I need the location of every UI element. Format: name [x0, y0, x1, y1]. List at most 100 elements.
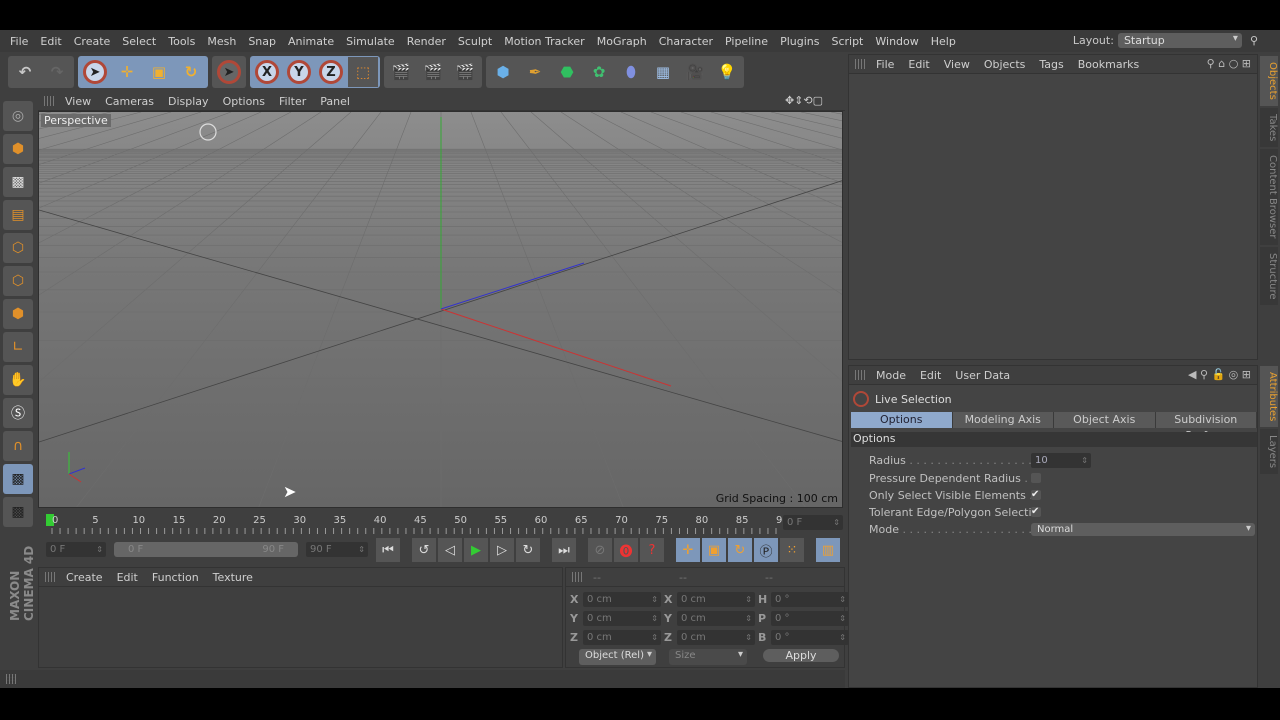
- coordinate-system-icon[interactable]: ⬚: [348, 57, 378, 87]
- start-frame-field[interactable]: 0 F: [46, 542, 106, 557]
- coord-field[interactable]: 0 cm: [677, 611, 755, 626]
- side-tab-attributes[interactable]: Attributes: [1260, 366, 1278, 428]
- object-menu-tags[interactable]: Tags: [1032, 58, 1070, 71]
- menu-snap[interactable]: Snap: [242, 35, 282, 48]
- object-menu-edit[interactable]: Edit: [901, 58, 936, 71]
- object-menu-file[interactable]: File: [869, 58, 901, 71]
- z-axis-icon[interactable]: Z: [316, 57, 346, 87]
- attribute-menu-edit[interactable]: Edit: [913, 369, 948, 382]
- viewport-menu-options[interactable]: Options: [216, 95, 272, 108]
- attribute-menu-user-data[interactable]: User Data: [948, 369, 1017, 382]
- pen-icon[interactable]: ✒: [520, 57, 550, 87]
- tab-subdivision-surface[interactable]: Subdivision Surface: [1155, 412, 1257, 442]
- end-frame-field[interactable]: 90 F: [306, 542, 368, 557]
- object-menu-bookmarks[interactable]: Bookmarks: [1071, 58, 1146, 71]
- tab-modeling-axis[interactable]: Modeling Axis: [952, 412, 1054, 428]
- menu-create[interactable]: Create: [68, 35, 117, 48]
- magnet-icon[interactable]: ∩: [3, 431, 33, 461]
- menu-simulate[interactable]: Simulate: [340, 35, 401, 48]
- floor-icon[interactable]: ▦: [648, 57, 678, 87]
- timeline-ruler[interactable]: 051015202530354045505560657075808590: [46, 510, 786, 536]
- render-view-icon[interactable]: 🎬: [386, 57, 416, 87]
- menu-pipeline[interactable]: Pipeline: [719, 35, 774, 48]
- menu-sculpt[interactable]: Sculpt: [452, 35, 498, 48]
- layout-dropdown[interactable]: Startup: [1117, 33, 1242, 48]
- key-rotation-icon[interactable]: ↻: [728, 538, 752, 562]
- side-tab-layers[interactable]: Layers: [1260, 429, 1278, 475]
- object-menu-view[interactable]: View: [937, 58, 977, 71]
- coord-field[interactable]: 0 °: [771, 630, 849, 645]
- y-axis-icon[interactable]: Y: [284, 57, 314, 87]
- snap-icon[interactable]: Ⓢ: [3, 398, 33, 428]
- redo-icon[interactable]: ↷: [42, 57, 72, 87]
- menu-mesh[interactable]: Mesh: [201, 35, 242, 48]
- tweak-icon[interactable]: ✋: [3, 365, 33, 395]
- texture-mode-icon[interactable]: ▩: [3, 167, 33, 197]
- object-menu-objects[interactable]: Objects: [977, 58, 1033, 71]
- pressure-checkbox[interactable]: [1031, 473, 1041, 483]
- key-scale-icon[interactable]: ▣: [702, 538, 726, 562]
- render-picture-viewer-icon[interactable]: 🎬: [418, 57, 448, 87]
- coord-mode-dropdown[interactable]: Object (Rel): [579, 649, 656, 665]
- subdivision-icon[interactable]: ⬣: [552, 57, 582, 87]
- search-icon[interactable]: ⚲: [1250, 34, 1258, 47]
- coord-field[interactable]: 0 °: [771, 611, 849, 626]
- side-tab-objects[interactable]: Objects: [1260, 56, 1278, 106]
- side-tab-content-browser[interactable]: Content Browser: [1260, 149, 1278, 245]
- deformer-icon[interactable]: ⬮: [616, 57, 646, 87]
- menu-plugins[interactable]: Plugins: [774, 35, 825, 48]
- tab-object-axis[interactable]: Object Axis: [1054, 412, 1156, 428]
- menu-script[interactable]: Script: [825, 35, 869, 48]
- menu-tools[interactable]: Tools: [162, 35, 201, 48]
- coord-field[interactable]: 0 °: [771, 592, 849, 607]
- coord-field[interactable]: 0 cm: [677, 630, 755, 645]
- current-frame-field[interactable]: 0 F: [783, 515, 843, 530]
- menu-character[interactable]: Character: [653, 35, 719, 48]
- viewport-menu-display[interactable]: Display: [161, 95, 216, 108]
- radius-field[interactable]: 10: [1031, 452, 1091, 468]
- menu-help[interactable]: Help: [925, 35, 962, 48]
- menu-animate[interactable]: Animate: [282, 35, 340, 48]
- menu-render[interactable]: Render: [401, 35, 452, 48]
- material-menu-edit[interactable]: Edit: [110, 571, 145, 584]
- viewport-nav-icons[interactable]: ✥⇕⟲▢: [785, 94, 823, 107]
- material-menu-create[interactable]: Create: [59, 571, 110, 584]
- lock-workplane-icon[interactable]: ▩: [3, 464, 33, 494]
- x-axis-icon[interactable]: X: [252, 57, 282, 87]
- size-mode-dropdown[interactable]: Size: [669, 649, 747, 665]
- coord-field[interactable]: 0 cm: [677, 592, 755, 607]
- menu-window[interactable]: Window: [869, 35, 924, 48]
- viewport[interactable]: Perspective Grid Spacing : 100 cm: [38, 111, 843, 508]
- polygons-mode-icon[interactable]: ⬢: [3, 299, 33, 329]
- go-to-end-icon[interactable]: ⏭: [552, 538, 576, 562]
- model-mode-icon[interactable]: ⬢: [3, 134, 33, 164]
- object-manager-icons[interactable]: ⚲ ⌂ ○ ⊞: [1207, 57, 1251, 70]
- rotate-icon[interactable]: ↻: [176, 57, 206, 87]
- menu-file[interactable]: File: [4, 35, 34, 48]
- undo-icon[interactable]: ↶: [10, 57, 40, 87]
- viewport-menu-cameras[interactable]: Cameras: [98, 95, 161, 108]
- last-tool-icon[interactable]: ➤: [214, 57, 244, 87]
- range-slider[interactable]: 0 F 90 F: [114, 542, 298, 557]
- coord-field[interactable]: 0 cm: [583, 630, 661, 645]
- viewport-menu-panel[interactable]: Panel: [313, 95, 357, 108]
- attribute-menu-mode[interactable]: Mode: [869, 369, 913, 382]
- autokey-icon[interactable]: ?: [640, 538, 664, 562]
- visible-checkbox[interactable]: ✔: [1031, 490, 1041, 500]
- coord-field[interactable]: 0 cm: [583, 611, 661, 626]
- tab-options[interactable]: Options: [851, 412, 953, 428]
- attribute-nav-icons[interactable]: ◀ ⚲ 🔓 ◎ ⊞: [1188, 368, 1251, 381]
- go-to-start-icon[interactable]: ⏮: [376, 538, 400, 562]
- side-tab-takes[interactable]: Takes: [1260, 107, 1278, 148]
- material-menu-function[interactable]: Function: [145, 571, 206, 584]
- points-mode-icon[interactable]: ⬡: [3, 233, 33, 263]
- menu-motion-tracker[interactable]: Motion Tracker: [498, 35, 590, 48]
- light-icon[interactable]: 💡: [712, 57, 742, 87]
- coord-field[interactable]: 0 cm: [583, 592, 661, 607]
- menu-select[interactable]: Select: [116, 35, 162, 48]
- menu-mograph[interactable]: MoGraph: [591, 35, 653, 48]
- viewport-menu-view[interactable]: View: [58, 95, 98, 108]
- edges-mode-icon[interactable]: ⬡: [3, 266, 33, 296]
- prev-key-icon[interactable]: ↺: [412, 538, 436, 562]
- side-tab-structure[interactable]: Structure: [1260, 246, 1278, 306]
